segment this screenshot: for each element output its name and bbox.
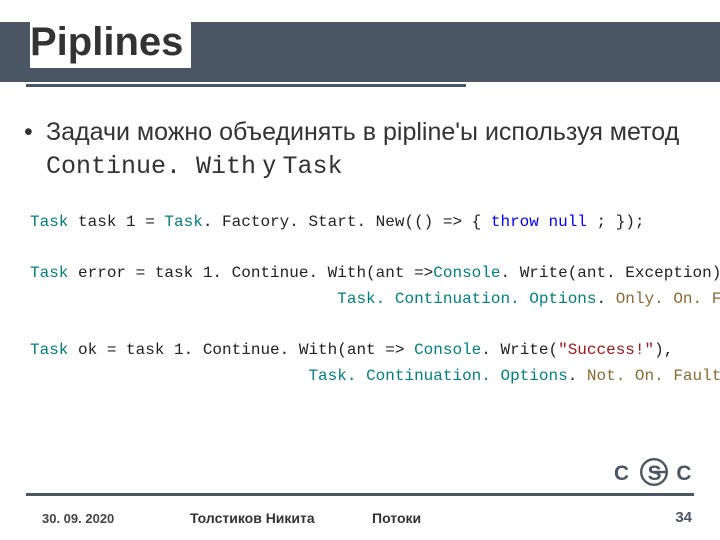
code-kw-throw: throw: [491, 213, 539, 231]
bullet-class: Task: [282, 152, 342, 181]
code-l6a: ok = task 1. Continue. With(ant =>: [68, 341, 414, 359]
title-underline: [26, 84, 466, 87]
footer-section: Потоки: [372, 510, 421, 526]
code-opt-only: Only. On. Faulted: [616, 290, 720, 308]
code-type-task3: Task: [30, 264, 68, 282]
footer-line: [26, 493, 694, 496]
code-l4-indent: [30, 290, 337, 308]
code-type-task2: Task: [164, 213, 202, 231]
code-type-tco2: Task. Continuation. Options: [308, 367, 567, 385]
code-l3b: . Write(ant. Exception),: [500, 264, 720, 282]
bullet-text-prefix: Задачи можно объединять в pipline'ы испо…: [46, 118, 679, 146]
code-block: Task task 1 = Task. Factory. Start. New(…: [30, 210, 690, 389]
code-l1c: ; });: [587, 213, 645, 231]
code-str-success: "Success!": [558, 341, 654, 359]
bullet-text-mid: у: [256, 151, 282, 179]
svg-text:S: S: [648, 462, 662, 485]
code-l4a: .: [597, 290, 616, 308]
code-l7a: .: [568, 367, 587, 385]
footer-page-number: 34: [675, 509, 692, 526]
code-type-task1: Task: [30, 213, 68, 231]
code-l1b: . Factory. Start. New(() => {: [203, 213, 491, 231]
slide-title: Piplines: [30, 22, 191, 68]
code-type-tco1: Task. Continuation. Options: [337, 290, 596, 308]
code-l1a: task 1 =: [68, 213, 164, 231]
code-l6b: . Write(: [481, 341, 558, 359]
code-type-console1: Console: [433, 264, 500, 282]
footer-date: 30. 09. 2020: [42, 511, 114, 526]
code-kw-null: null: [549, 213, 587, 231]
code-l7-indent: [30, 367, 308, 385]
bullet-main: Задачи можно объединять в pipline'ы испо…: [46, 116, 690, 183]
code-opt-not: Not. On. Faulted: [587, 367, 720, 385]
logo-csc: C S C: [614, 454, 694, 490]
code-l3a: error = task 1. Continue. With(ant =>: [68, 264, 433, 282]
code-l6c: ),: [654, 341, 673, 359]
code-type-console2: Console: [414, 341, 481, 359]
svg-text:C: C: [614, 462, 629, 485]
footer-author: Толстиков Никита: [190, 510, 315, 526]
bullet-method: Continue. With: [46, 152, 256, 181]
svg-text:C: C: [676, 462, 691, 485]
code-type-task4: Task: [30, 341, 68, 359]
